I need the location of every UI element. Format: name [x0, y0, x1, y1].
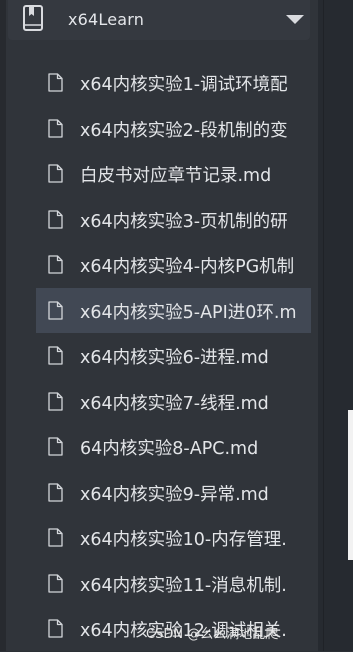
file-label: 白皮书对应章节记录.md	[80, 166, 272, 186]
file-label: 64内核实验8-APC.md	[80, 439, 259, 459]
file-label: x64内核实验6-进程.md	[80, 348, 269, 368]
document-icon	[48, 73, 63, 92]
document-icon	[48, 573, 63, 593]
editor-background	[313, 0, 353, 651]
document-icon	[48, 118, 63, 138]
file-item[interactable]: x64内核实验6-进程.md	[36, 333, 311, 379]
file-label: x64内核实验3-页机制的研	[80, 211, 288, 232]
file-item[interactable]: x64内核实验5-API进0环.m	[36, 287, 311, 333]
document-icon	[48, 528, 63, 547]
notebook-title: x64Learn	[68, 10, 145, 29]
file-item[interactable]: x64内核实验3-页机制的研	[36, 197, 311, 243]
document-icon	[48, 255, 63, 274]
document-icon	[48, 437, 63, 456]
file-item[interactable]: x64内核实验9-异常.md	[36, 470, 311, 516]
file-label: x64内核实验10-内存管理.	[80, 530, 287, 550]
document-icon	[48, 209, 63, 229]
document-icon	[48, 619, 63, 638]
file-label: x64内核实验5-API进0环.m	[80, 302, 297, 323]
file-item[interactable]: 白皮书对应章节记录.md	[36, 151, 311, 197]
file-label: x64内核实验1-调试环境配	[80, 75, 288, 95]
book-icon	[23, 5, 43, 31]
document-icon	[48, 164, 63, 183]
file-label: x64内核实验4-内核PG机制	[80, 257, 295, 277]
document-icon	[48, 346, 63, 365]
file-list: x64内核实验1-调试环境配 x64内核实验2-段机制的变 白皮书对应章节记录.md…	[36, 60, 311, 652]
editor-content-edge	[348, 410, 353, 560]
document-icon	[48, 482, 63, 502]
file-item[interactable]: x64内核实验4-内核PG机制	[36, 242, 311, 288]
watermark: CSDN @幺幺满地乱爬	[146, 627, 279, 642]
file-item[interactable]: x64内核实验1-调试环境配	[36, 60, 311, 106]
file-item[interactable]: x64内核实验7-线程.md	[36, 379, 311, 425]
notebook-selector[interactable]: x64Learn	[8, 0, 310, 40]
file-label: x64内核实验2-段机制的变	[80, 120, 288, 141]
divider	[323, 0, 324, 651]
file-item[interactable]: 64内核实验8-APC.md	[36, 424, 311, 470]
document-icon	[48, 300, 63, 320]
caret-down-icon[interactable]	[286, 15, 304, 24]
file-item[interactable]: x64内核实验10-内存管理.	[36, 515, 311, 561]
file-item[interactable]: x64内核实验11-消息机制.	[36, 561, 311, 607]
file-label: x64内核实验9-异常.md	[80, 484, 269, 505]
document-icon	[48, 391, 63, 411]
file-label: x64内核实验7-线程.md	[80, 393, 269, 414]
file-sidebar: x64Learn x64内核实验1-调试环境配 x64内核实验2-段机制的变 白皮书…	[0, 0, 318, 651]
sidebar-edge	[0, 0, 6, 651]
file-label: x64内核实验11-消息机制.	[80, 575, 287, 596]
file-item[interactable]: x64内核实验2-段机制的变	[36, 106, 311, 152]
